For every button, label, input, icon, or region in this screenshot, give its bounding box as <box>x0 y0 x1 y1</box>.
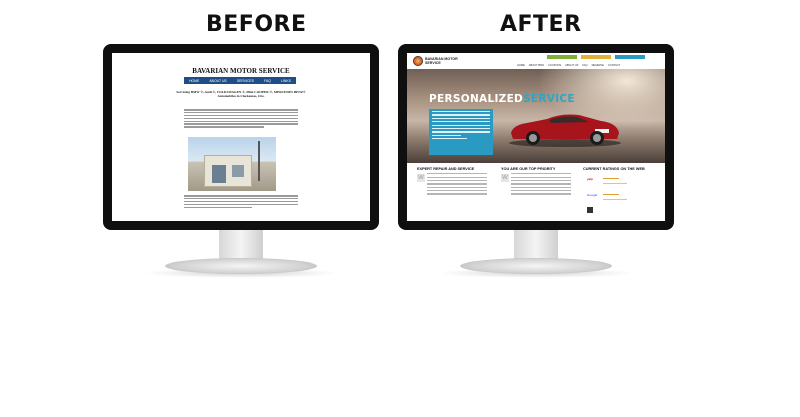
after-menu: HOME ABOUT BMS COUPONS ABOUT US FAQ RESE… <box>517 64 620 67</box>
before-nav-about[interactable]: ABOUT US <box>209 79 226 83</box>
after-menu-contact[interactable]: CONTACT <box>608 64 620 67</box>
after-logo-text: BAVARIAN MOTOR SERVICE <box>425 57 458 66</box>
before-label: BEFORE <box>206 12 307 37</box>
before-nav-services[interactable]: SERVICES <box>237 79 254 83</box>
after-section-ratings-title: CURRENT RATINGS ON THE WEB <box>583 167 645 171</box>
after-header: BAVARIAN MOTOR SERVICE HOME ABOUT BMS CO… <box>407 53 665 68</box>
after-section-priority: YOU ARE OUR TOP PRIORITY W <box>501 167 571 195</box>
logo-emblem-icon <box>413 56 423 66</box>
before-nav-links[interactable]: LINKS <box>281 79 291 83</box>
after-menu-coupons[interactable]: COUPONS <box>548 64 561 67</box>
after-section-ratings: CURRENT RATINGS ON THE WEB yelp Google <box>583 167 653 213</box>
before-nav-home[interactable]: HOME <box>189 79 199 83</box>
after-menu-home[interactable]: HOME <box>517 64 525 67</box>
before-site-title: BAVARIAN MOTOR SERVICE <box>192 67 290 75</box>
before-body-text <box>184 109 298 129</box>
after-menu-faq[interactable]: FAQ <box>582 64 587 67</box>
dropcap-icon: W <box>417 174 425 182</box>
after-label: AFTER <box>500 12 582 37</box>
monitor-base <box>165 258 317 274</box>
after-monitor: BAVARIAN MOTOR SERVICE HOME ABOUT BMS CO… <box>398 44 674 278</box>
after-logo[interactable]: BAVARIAN MOTOR SERVICE <box>413 56 461 68</box>
after-top-button-2[interactable] <box>581 55 611 59</box>
google-logo[interactable]: Google <box>587 193 597 197</box>
after-screen: BAVARIAN MOTOR SERVICE HOME ABOUT BMS CO… <box>407 53 665 221</box>
after-hero-title: PERSONALIZEDSERVICE <box>429 93 575 105</box>
dropcap-icon: W <box>501 174 509 182</box>
before-nav-faq[interactable]: FAQ <box>264 79 271 83</box>
car-image <box>509 114 621 147</box>
before-site-subheading: Servicing BMW ®, Audi ®, VOLKSWAGEN ®, M… <box>176 90 306 98</box>
monitor-base <box>460 258 612 274</box>
before-monitor: BAVARIAN MOTOR SERVICE HOME ABOUT US SER… <box>103 44 379 278</box>
before-screen: BAVARIAN MOTOR SERVICE HOME ABOUT US SER… <box>112 53 370 221</box>
before-body-text-2 <box>184 195 298 209</box>
before-shop-photo <box>188 137 276 191</box>
after-menu-reserve[interactable]: RESERVE <box>592 64 604 67</box>
yelp-logo[interactable]: yelp <box>587 177 593 181</box>
after-menu-about-bms[interactable]: ABOUT BMS <box>529 64 544 67</box>
monitor-bezel: BAVARIAN MOTOR SERVICE HOME ABOUT US SER… <box>103 44 379 230</box>
before-site-nav: HOME ABOUT US SERVICES FAQ LINKS <box>184 77 296 84</box>
after-top-button-3[interactable] <box>615 55 645 59</box>
monitor-bezel: BAVARIAN MOTOR SERVICE HOME ABOUT BMS CO… <box>398 44 674 230</box>
after-menu-about-us[interactable]: ABOUT US <box>565 64 578 67</box>
after-hero-title-accent: SERVICE <box>523 93 575 105</box>
after-section-expert: EXPERT REPAIR AND SERVICE W <box>417 167 487 195</box>
after-hero-textbox <box>429 109 493 155</box>
after-hero: PERSONALIZEDSERVICE <box>407 69 665 163</box>
after-section-priority-title: YOU ARE OUR TOP PRIORITY <box>501 167 556 171</box>
after-section-expert-title: EXPERT REPAIR AND SERVICE <box>417 167 475 171</box>
after-top-button-1[interactable] <box>547 55 577 59</box>
